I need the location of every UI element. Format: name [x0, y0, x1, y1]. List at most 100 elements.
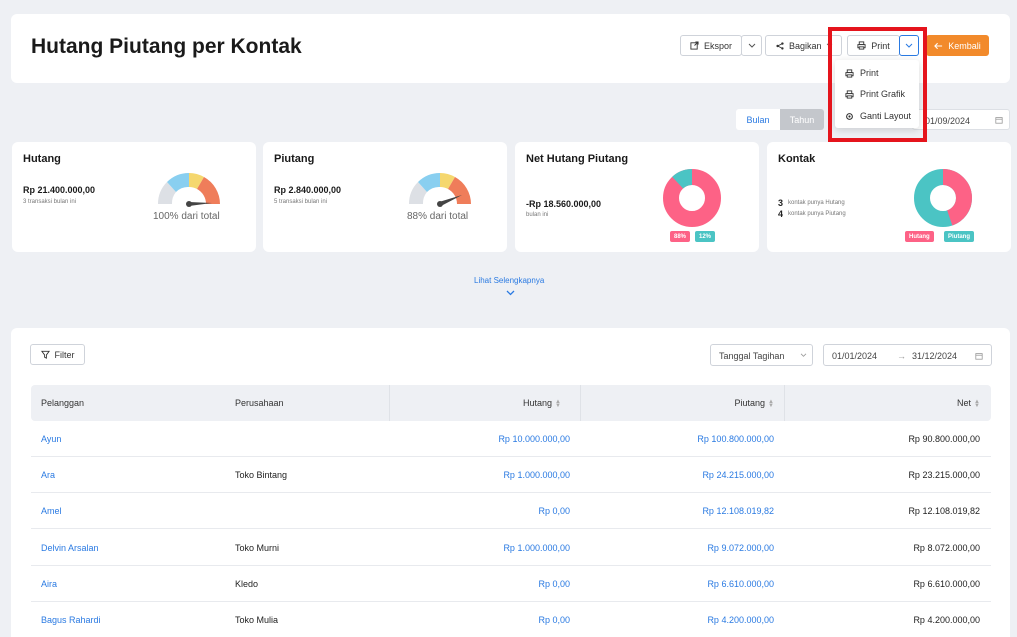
cell-pelanggan[interactable]: Aira: [41, 579, 57, 589]
col-divider: [389, 385, 390, 421]
chevron-down-icon: [800, 353, 807, 357]
date-type-select[interactable]: Tanggal Tagihan: [710, 344, 813, 366]
col-perusahaan[interactable]: Perusahaan: [235, 398, 284, 408]
cell-hutang[interactable]: Rp 0,00: [538, 506, 570, 516]
col-divider: [784, 385, 785, 421]
ekspor-button[interactable]: Ekspor: [680, 35, 742, 56]
cell-hutang[interactable]: Rp 10.000.000,00: [498, 434, 570, 444]
cell-net: Rp 4.200.000,00: [913, 615, 980, 625]
cell-pelanggan[interactable]: Delvin Arsalan: [41, 543, 99, 553]
cell-piutang[interactable]: Rp 12.108.019,82: [702, 506, 774, 516]
cell-piutang[interactable]: Rp 6.610.000,00: [707, 579, 774, 589]
cell-piutang[interactable]: Rp 24.215.000,00: [702, 470, 774, 480]
col-net-label: Net: [957, 398, 972, 408]
card-net-title: Net Hutang Piutang: [526, 153, 629, 165]
sort-icon: ▲ ▼: [768, 398, 774, 409]
export-icon: [690, 41, 699, 50]
filter-icon: [40, 350, 50, 359]
page-title: Hutang Piutang per Kontak: [31, 35, 302, 58]
cell-perusahaan: Toko Murni: [235, 542, 280, 553]
date-to[interactable]: 31/12/2024: [912, 351, 957, 361]
date-type-value: Tanggal Tagihan: [719, 351, 785, 361]
cell-hutang[interactable]: Rp 0,00: [538, 615, 570, 625]
col-net[interactable]: Net ▲ ▼: [957, 398, 980, 409]
toggle-bulan[interactable]: Bulan: [736, 109, 780, 130]
filter-label: Filter: [54, 349, 75, 360]
cell-net: Rp 23.215.000,00: [908, 470, 980, 481]
card-net: Net Hutang Piutang -Rp 18.560.000,00 bul…: [515, 142, 759, 252]
table-row: Ara Toko Bintang Rp 1.000.000,00 Rp 24.215.…: [31, 457, 991, 494]
cell-pelanggan[interactable]: Ayun: [41, 434, 61, 444]
card-hutang-amount: Rp 21.400.000,00: [23, 185, 96, 195]
card-piutang-sub: 5 transaksi bulan ini: [274, 199, 328, 205]
table-row: Ayun Rp 10.000.000,00 Rp 100.800.000,00 Rp …: [31, 421, 991, 457]
table-row: Bagus Rahardi Toko Mulia Rp 0,00 Rp 4.200.0…: [31, 602, 991, 637]
net-badge-2: 12%: [695, 231, 716, 242]
col-piutang[interactable]: Piutang ▲ ▼: [734, 398, 774, 409]
card-hutang-sub: 3 transaksi bulan ini: [23, 199, 77, 205]
kontak-donut-chart: [914, 169, 972, 227]
cell-pelanggan[interactable]: Ara: [41, 470, 55, 480]
legend-piutang: Piutang: [944, 231, 974, 242]
legend-hutang: Hutang: [905, 231, 934, 242]
hutang-gauge: [157, 172, 220, 207]
cell-piutang[interactable]: Rp 100.800.000,00: [697, 434, 774, 444]
date-range-picker[interactable]: 01/01/2024 → 31/12/2024: [823, 344, 992, 366]
sort-icon: ▲ ▼: [974, 398, 980, 409]
period-toggle: Bulan Tahun: [736, 109, 824, 130]
card-net-sub: bulan ini: [526, 212, 549, 218]
cell-net: Rp 6.610.000,00: [913, 578, 980, 589]
card-net-amount: -Rp 18.560.000,00: [526, 199, 602, 209]
kontak-hutang-count: 3: [778, 198, 784, 208]
cell-piutang[interactable]: Rp 4.200.000,00: [707, 615, 774, 625]
cell-pelanggan[interactable]: Amel: [41, 506, 62, 516]
toggle-tahun[interactable]: Tahun: [780, 109, 824, 130]
kontak-piutang-count: 4: [778, 209, 784, 219]
card-piutang-gauge-label: 88% dari total: [407, 211, 469, 222]
table-header: Pelanggan Perusahaan Hutang ▲ ▼ Piutang ▲ ▼ …: [31, 385, 991, 421]
card-piutang-amount: Rp 2.840.000,00: [274, 185, 342, 195]
ekspor-dropdown-button[interactable]: [741, 35, 762, 56]
kontak-piutang-text: kontak punya Piutang: [788, 211, 846, 217]
net-donut-chart: [663, 169, 721, 227]
card-hutang-title: Hutang: [23, 153, 61, 165]
top-date-value: 01/09/2024: [925, 116, 971, 126]
col-pelanggan[interactable]: Pelanggan: [41, 398, 84, 408]
col-hutang-label: Hutang: [523, 398, 553, 408]
calendar-icon: [975, 353, 983, 360]
filter-button[interactable]: Filter: [30, 344, 85, 365]
card-piutang-title: Piutang: [274, 153, 315, 165]
kontak-hutang-text: kontak punya Hutang: [788, 200, 845, 206]
cell-hutang[interactable]: Rp 1.000.000,00: [503, 543, 570, 553]
cell-piutang[interactable]: Rp 9.072.000,00: [707, 543, 774, 553]
date-from[interactable]: 01/01/2024: [832, 351, 877, 361]
table-row: Aira Kledo Rp 0,00 Rp 6.610.000,00 Rp 6.610.…: [31, 566, 991, 602]
bagikan-label: Bagikan: [789, 40, 822, 51]
col-hutang[interactable]: Hutang ▲ ▼: [523, 398, 561, 409]
net-badge-1: 88%: [670, 231, 691, 242]
cell-hutang[interactable]: Rp 0,00: [538, 579, 570, 589]
cell-perusahaan: Toko Mulia: [235, 615, 279, 625]
card-hutang-gauge-label: 100% dari total: [153, 211, 220, 222]
card-hutang: Hutang Rp 21.400.000,00 3 transaksi bula…: [12, 142, 256, 252]
piutang-gauge: [408, 172, 471, 207]
card-kontak: Kontak 3 kontak punya Hutang 4 kontak pu…: [767, 142, 1011, 252]
see-more-link[interactable]: Lihat Selengkapnya: [474, 276, 544, 285]
table-row: Amel Rp 0,00 Rp 12.108.019,82 Rp 12.108.019…: [31, 493, 991, 530]
arrow-left-icon: [934, 42, 943, 49]
chevron-down-icon: [748, 43, 755, 48]
kembali-button[interactable]: Kembali: [926, 35, 989, 56]
card-piutang: Piutang Rp 2.840.000,00 5 transaksi bula…: [263, 142, 507, 252]
cell-pelanggan[interactable]: Bagus Rahardi: [41, 615, 101, 625]
col-piutang-label: Piutang: [734, 398, 766, 408]
cell-net: Rp 90.800.000,00: [908, 434, 980, 444]
kembali-label: Kembali: [948, 40, 981, 51]
cell-perusahaan: Kledo: [235, 578, 259, 589]
table-row: Delvin Arsalan Toko Murni Rp 1.000.000,00 R…: [31, 530, 991, 566]
highlight-box: [828, 27, 927, 142]
share-icon: [776, 41, 784, 50]
chevron-down-icon[interactable]: [506, 290, 515, 296]
card-kontak-title: Kontak: [778, 153, 816, 165]
col-divider: [580, 385, 581, 421]
cell-hutang[interactable]: Rp 1.000.000,00: [503, 470, 570, 480]
